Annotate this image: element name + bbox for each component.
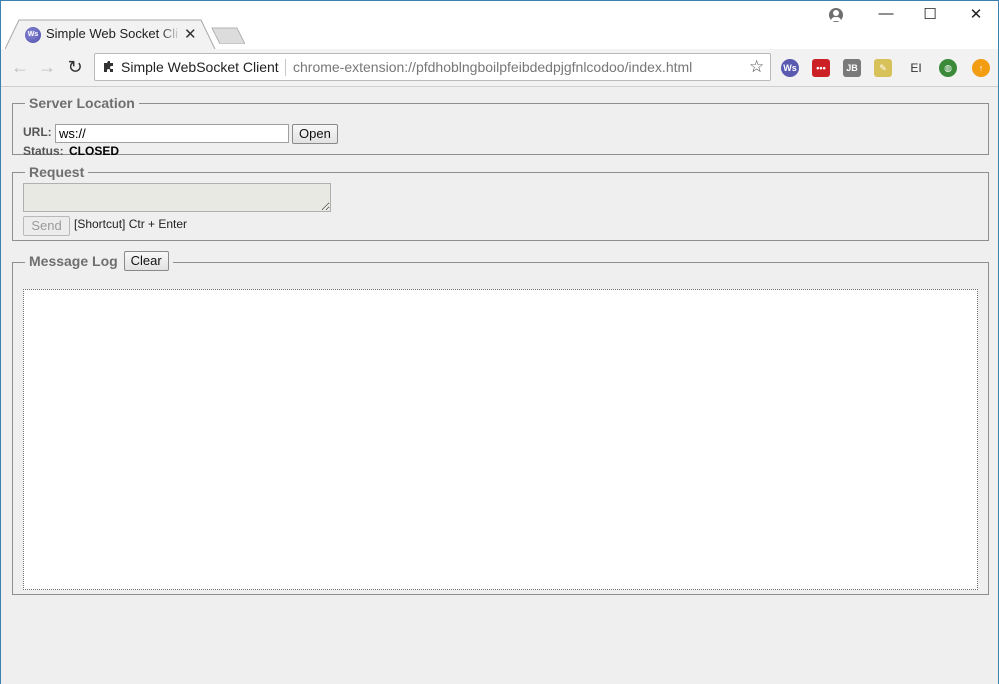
message-log-section: Message Log Clear [12, 251, 989, 595]
page-content: Server Location URL: Open Status: CLOSED… [1, 88, 998, 684]
request-textarea[interactable] [23, 183, 331, 212]
clear-button[interactable]: Clear [123, 251, 169, 271]
message-log-area[interactable] [23, 289, 978, 590]
tab-title[interactable]: Simple Web Socket Client [46, 26, 178, 41]
maximize-button[interactable]: ☐ [915, 5, 945, 27]
ws-extension-icon[interactable]: Ws [781, 59, 799, 77]
profile-icon[interactable] [829, 8, 843, 22]
reload-icon[interactable]: ↻ [64, 56, 86, 78]
extension-puzzle-icon [104, 61, 113, 72]
globe-extension-icon[interactable]: ◍ [939, 59, 957, 77]
text-cursor-extension-icon[interactable]: EI [907, 59, 925, 77]
back-arrow-icon[interactable]: ← [9, 56, 31, 78]
lastpass-extension-icon[interactable]: ••• [812, 59, 830, 77]
omnibox-page-title: Simple WebSocket Client [121, 59, 279, 75]
status-label: Status: [23, 144, 64, 158]
open-button[interactable]: Open [292, 124, 338, 144]
tab-title-fade [161, 25, 181, 43]
orange-up-extension-icon[interactable]: ↑ [972, 59, 990, 77]
new-tab-button[interactable] [211, 27, 245, 44]
bookmark-star-icon[interactable]: ☆ [749, 57, 764, 77]
server-location-section: Server Location URL: Open Status: CLOSED [12, 95, 989, 158]
jetbrains-extension-icon[interactable]: JB [843, 59, 861, 77]
forward-arrow-icon[interactable]: → [36, 56, 58, 78]
shortcut-hint: [Shortcut] Ctr + Enter [74, 217, 188, 231]
url-input[interactable] [55, 124, 289, 143]
message-log-legend: Message Log Clear [25, 251, 173, 272]
url-label: URL: [23, 125, 52, 139]
request-section: Request Send [Shortcut] Ctr + Enter [12, 164, 989, 241]
tab-strip: Ws Simple Web Socket Client ✕ — ☐ ✕ [1, 1, 998, 50]
server-location-legend: Server Location [29, 95, 135, 111]
send-button[interactable]: Send [23, 216, 70, 236]
browser-window: Ws Simple Web Socket Client ✕ — ☐ ✕ ← → … [0, 0, 999, 684]
close-window-button[interactable]: ✕ [961, 5, 991, 27]
tab-favicon-icon: Ws [25, 27, 41, 43]
omnibox-separator [285, 59, 286, 76]
notes-extension-icon[interactable]: ✎ [874, 59, 892, 77]
address-bar[interactable]: Simple WebSocket Client chrome-extension… [94, 53, 771, 81]
request-legend: Request [29, 164, 85, 180]
omnibox-url[interactable]: chrome-extension://pfdhoblngboilpfeibded… [293, 59, 692, 75]
message-log-title: Message Log [29, 253, 118, 269]
status-value: CLOSED [69, 144, 120, 158]
tab-close-icon[interactable]: ✕ [184, 25, 197, 43]
minimize-button[interactable]: — [871, 5, 901, 27]
browser-toolbar: ← → ↻ Simple WebSocket Client chrome-ext… [1, 49, 998, 87]
